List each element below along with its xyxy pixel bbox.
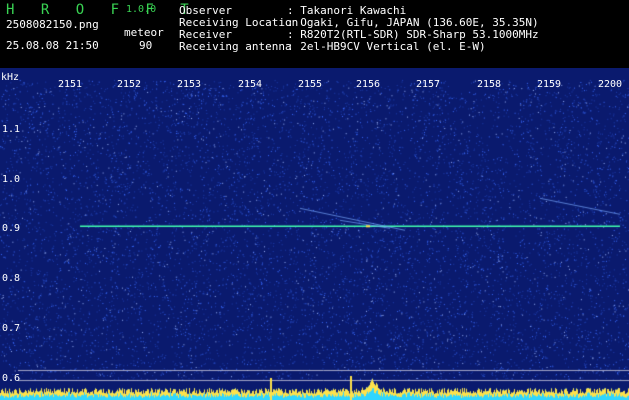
y-tick-label: 1.0: [2, 174, 21, 185]
x-tick-label: 2200: [597, 79, 623, 90]
x-tick-label: 2152: [116, 79, 142, 90]
x-tick-label: 2154: [237, 79, 263, 90]
file-timestamp: 25.08.08 21:50: [6, 39, 99, 52]
y-tick-label: 0.7: [2, 323, 21, 334]
detection-label: meteor: [124, 26, 164, 39]
x-tick-label: 2158: [476, 79, 502, 90]
x-tick-label: 2156: [355, 79, 381, 90]
detection-count: 90: [139, 39, 153, 52]
antenna-value: : 2el-HB9CV Vertical (el. E-W): [287, 40, 486, 53]
x-tick-label: 2159: [536, 79, 562, 90]
app-version: 1.0.0: [126, 4, 157, 15]
x-tick-label: 2153: [176, 79, 202, 90]
app-name: H R O F F T: [6, 2, 198, 18]
x-tick-label: 2155: [297, 79, 323, 90]
y-tick-label: 1.1: [2, 124, 21, 135]
y-axis-label: kHz: [1, 72, 20, 83]
spectrogram-canvas: [0, 68, 629, 400]
antenna-label: Receiving antenna: [179, 40, 292, 53]
hrofft-window: H R O F F T 1.0.0 2508082150.png 25.08.0…: [0, 0, 629, 400]
file-name: 2508082150.png: [6, 18, 99, 31]
y-tick-label: 0.9: [2, 223, 21, 234]
x-tick-label: 2157: [415, 79, 441, 90]
y-tick-label: 0.6: [2, 373, 21, 384]
x-tick-label: 2151: [57, 79, 83, 90]
y-tick-label: 0.8: [2, 273, 21, 284]
